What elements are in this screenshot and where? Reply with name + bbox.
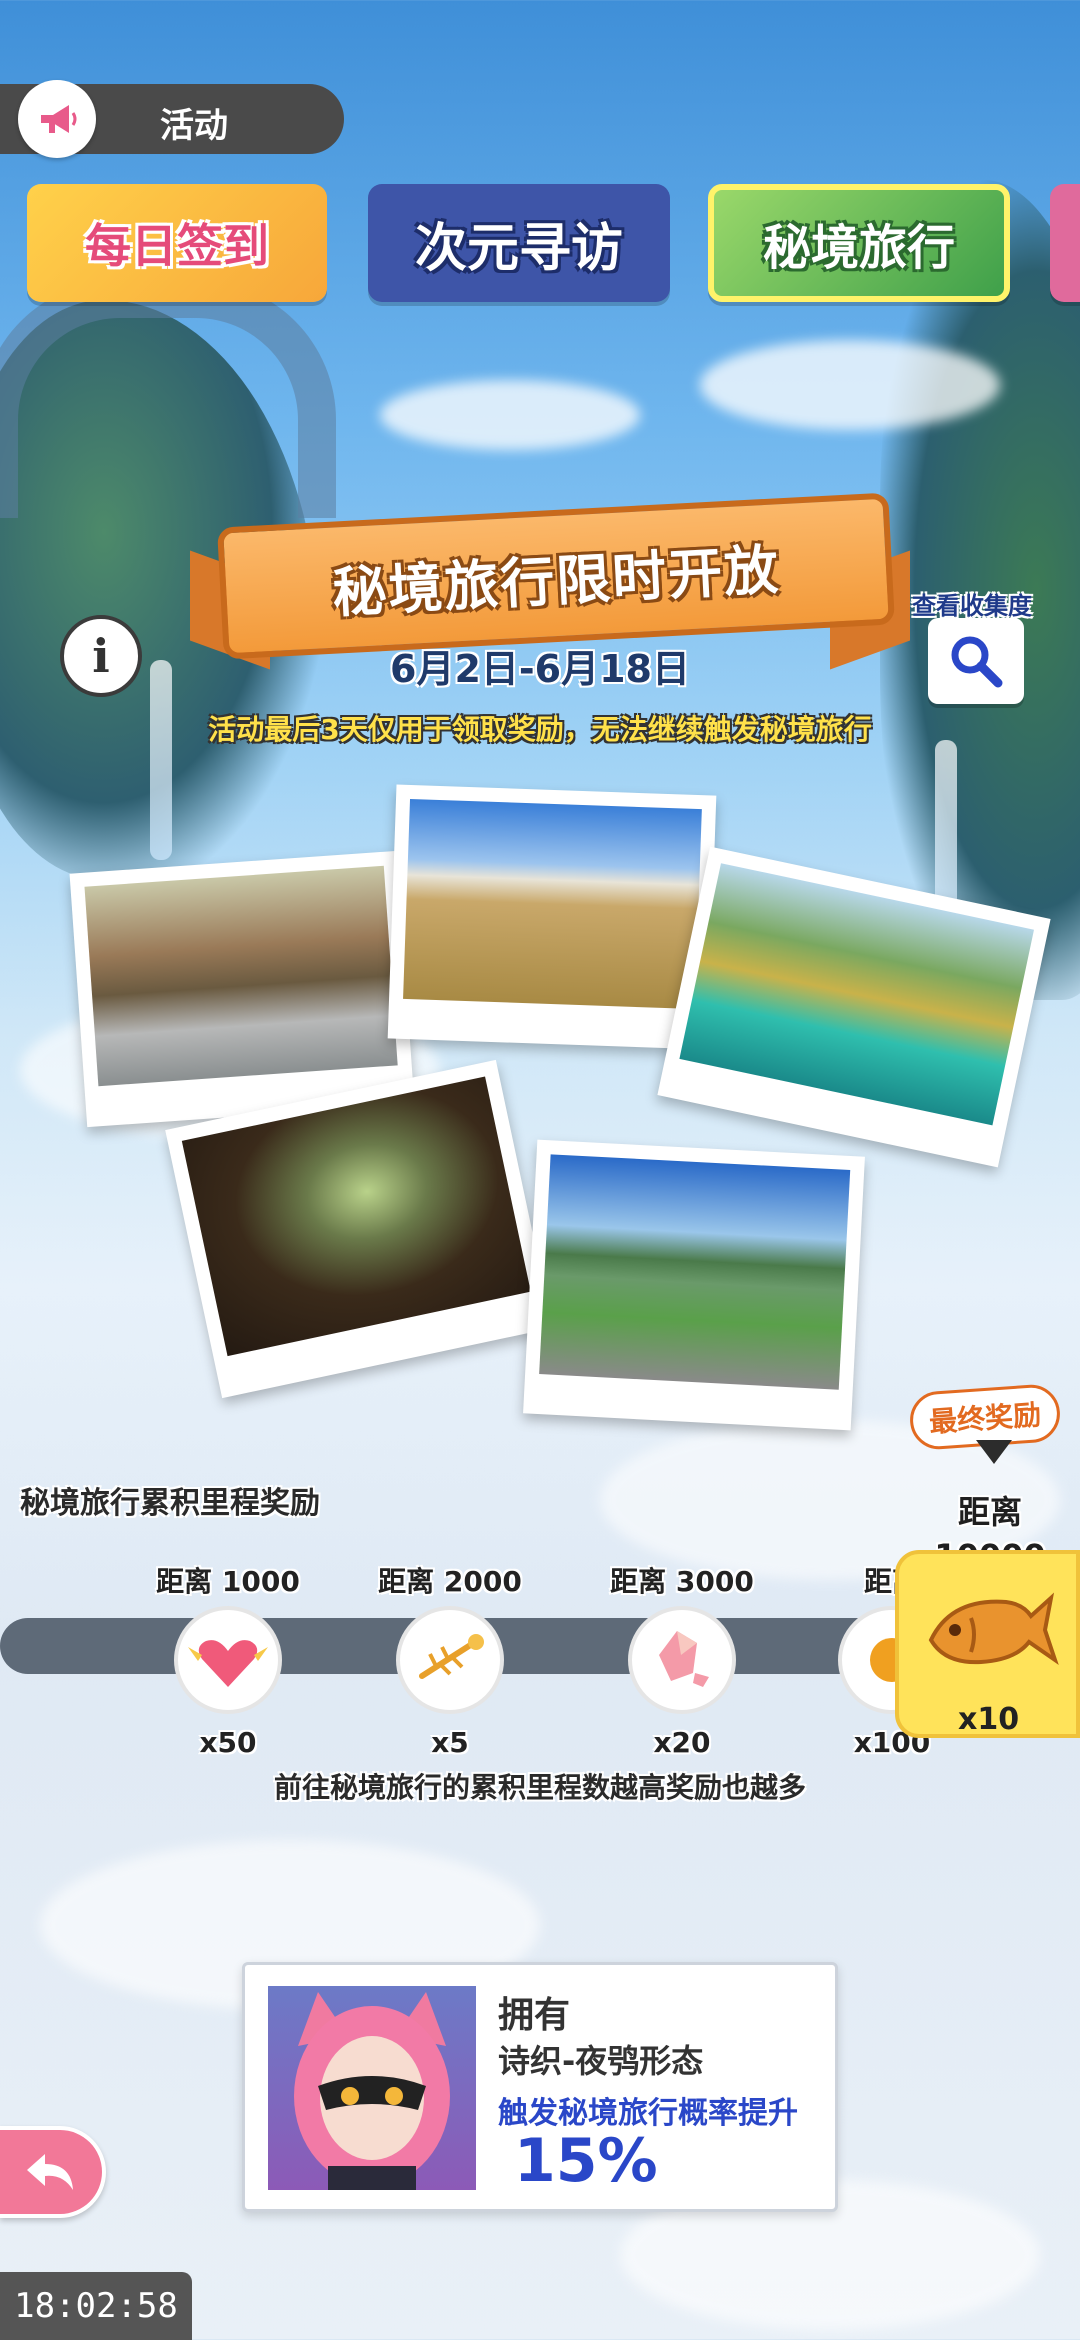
event-date-range: 6月2日-6月18日 bbox=[390, 647, 690, 691]
fish-bone-icon bbox=[396, 1606, 504, 1714]
rewards-title: 秘境旅行累积里程奖励 bbox=[20, 1486, 320, 1521]
clock: 18:02:58 bbox=[0, 2272, 192, 2340]
final-reward-arrow bbox=[976, 1440, 1012, 1464]
character-portrait bbox=[268, 1986, 476, 2190]
milestone-label: 距离 1000 bbox=[156, 1565, 300, 1598]
tab-more[interactable] bbox=[1050, 184, 1080, 302]
info-button[interactable]: i bbox=[60, 615, 142, 697]
final-reward-qty: x10 bbox=[958, 1702, 1020, 1737]
milestone-qty: x5 bbox=[431, 1726, 469, 1759]
page-title: 活动 bbox=[160, 106, 228, 146]
buff-own-label: 拥有 bbox=[498, 1995, 571, 2036]
milestone-label: 距离 3000 bbox=[610, 1565, 754, 1598]
milestone-qty: x50 bbox=[199, 1726, 257, 1759]
tab-label: 秘境旅行 bbox=[762, 220, 955, 276]
milestone-3000[interactable]: 距离 3000 x20 bbox=[602, 1560, 762, 1759]
winged-heart-icon bbox=[174, 1606, 282, 1714]
collection-label: 查看收集度 bbox=[912, 592, 1032, 620]
tab-label: 每日签到 bbox=[85, 219, 269, 273]
milestone-qty: x20 bbox=[653, 1726, 711, 1759]
tab-label: 次元寻访 bbox=[414, 218, 623, 279]
photo-lakeside-path bbox=[523, 1139, 865, 1431]
info-icon: i bbox=[92, 629, 110, 683]
event-title: 秘境旅行限时开放 bbox=[330, 537, 782, 625]
buff-value: 15% bbox=[514, 2126, 658, 2196]
pink-crystal-icon bbox=[628, 1606, 736, 1714]
final-distance-label: 距离 bbox=[957, 1493, 1022, 1531]
tab-dimension-search[interactable]: 次元寻访 bbox=[368, 184, 670, 302]
golden-fish-icon bbox=[928, 1592, 1059, 1666]
tab-daily-checkin[interactable]: 每日签到 bbox=[27, 184, 327, 302]
tab-secret-travel[interactable]: 秘境旅行 bbox=[708, 184, 1010, 302]
search-icon bbox=[951, 636, 1003, 688]
photo-grassland bbox=[387, 784, 717, 1050]
milestone-1000[interactable]: 距离 1000 x50 bbox=[148, 1560, 308, 1759]
buff-character-name: 诗织-夜鸮形态 bbox=[498, 2042, 704, 2080]
event-notice: 活动最后3天仅用于领取奖励，无法继续触发秘境旅行 bbox=[208, 713, 872, 746]
rewards-footnote: 前往秘境旅行的累积里程数越高奖励也越多 bbox=[273, 1771, 806, 1804]
back-button[interactable] bbox=[0, 2126, 106, 2218]
milestone-label: 距离 2000 bbox=[378, 1565, 522, 1598]
back-arrow-icon bbox=[27, 2154, 73, 2190]
photo-boardwalk bbox=[69, 850, 415, 1128]
collection-search-button[interactable] bbox=[928, 618, 1024, 704]
milestone-2000[interactable]: 距离 2000 x5 bbox=[370, 1560, 530, 1759]
megaphone-icon bbox=[18, 80, 96, 158]
